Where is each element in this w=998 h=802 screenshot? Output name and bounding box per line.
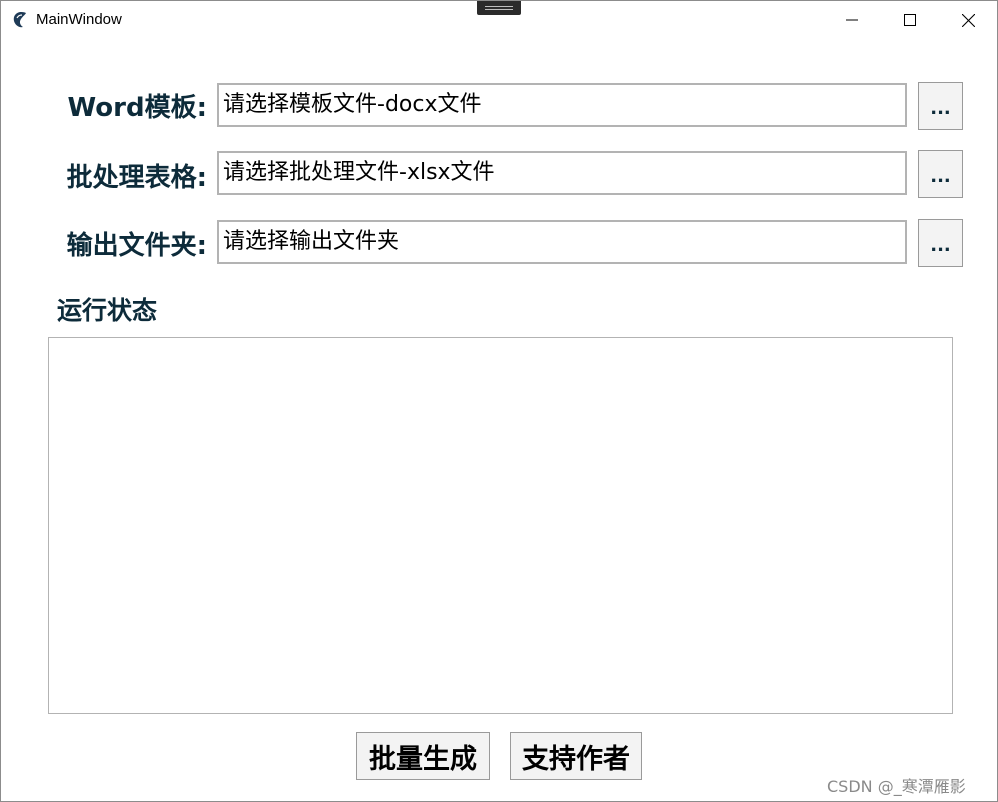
- word-template-input[interactable]: 请选择模板文件-docx文件: [217, 83, 907, 127]
- batch-table-browse-button[interactable]: ...: [918, 150, 963, 198]
- batch-table-label: 批处理表格:: [66, 163, 207, 193]
- output-folder-browse-button[interactable]: ...: [918, 219, 963, 267]
- batch-generate-button[interactable]: 批量生成: [356, 732, 490, 780]
- output-folder-label: 输出文件夹:: [66, 231, 207, 261]
- support-author-button[interactable]: 支持作者: [510, 732, 642, 780]
- output-folder-input[interactable]: 请选择输出文件夹: [217, 220, 907, 264]
- maximize-icon: [904, 14, 916, 26]
- minimize-button[interactable]: [823, 1, 881, 39]
- run-status-log[interactable]: [48, 337, 953, 714]
- minimize-icon: [846, 19, 858, 21]
- app-icon: [11, 11, 29, 29]
- word-template-browse-button[interactable]: ...: [918, 82, 963, 130]
- main-window: MainWindow Word模板: 请选择模板文件-docx文件 ... 批处…: [0, 0, 998, 802]
- maximize-button[interactable]: [881, 1, 939, 39]
- watermark-text: CSDN @_寒潭雁影: [827, 777, 966, 796]
- close-button[interactable]: [939, 1, 997, 39]
- batch-table-input[interactable]: 请选择批处理文件-xlsx文件: [217, 151, 907, 195]
- close-icon: [961, 13, 975, 27]
- word-template-label: Word模板:: [67, 93, 207, 123]
- drag-grip-handle[interactable]: [477, 1, 521, 15]
- title-bar[interactable]: MainWindow: [1, 1, 997, 39]
- run-status-label: 运行状态: [57, 296, 158, 325]
- window-title: MainWindow: [36, 11, 122, 28]
